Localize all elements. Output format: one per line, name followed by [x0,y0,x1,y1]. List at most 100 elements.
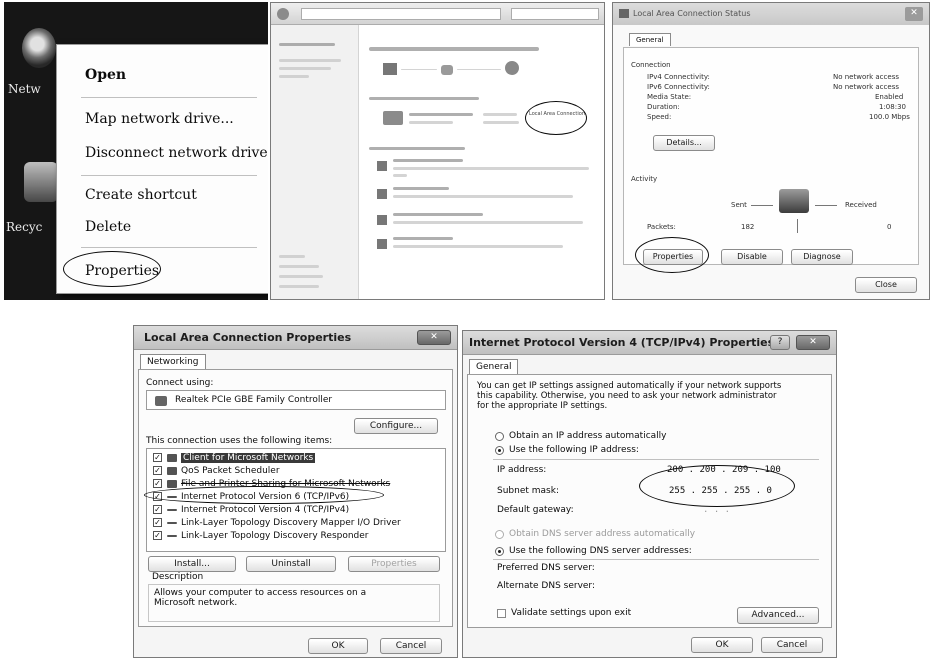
list-item-label: Internet Protocol Version 4 (TCP/IPv4) [181,505,350,515]
description-text: Allows your computer to access resources… [154,588,367,608]
menu-item-disconnect-network-drive[interactable]: Disconnect network drive... [85,145,268,161]
selected-item-text: Client for Microsoft Networks [181,453,316,463]
internet-globe-icon [505,61,519,75]
menu-item-map-network-drive[interactable]: Map network drive... [85,111,234,127]
tab-networking[interactable]: Networking [140,354,206,369]
static-ip-radio[interactable] [495,446,504,455]
ok-button[interactable]: OK [308,638,368,654]
network-client-icon [167,454,177,462]
status-row-value: No network access [833,73,899,81]
task-desc [393,174,407,177]
settings-icon [377,215,387,225]
close-icon[interactable]: ✕ [796,335,830,350]
list-item-label: Client for Microsoft Networks [181,453,316,463]
activity-section-label: Activity [631,175,658,183]
details-button[interactable]: Details... [653,135,715,151]
menu-item-create-shortcut[interactable]: Create shortcut [85,187,197,203]
see-also-link[interactable] [279,265,319,268]
status-row-value: Enabled [875,93,904,101]
task-title[interactable] [393,159,463,162]
preferred-dns-input[interactable] [659,563,799,575]
checkbox[interactable]: ✓ [153,479,162,488]
ok-button[interactable]: OK [691,637,753,653]
help-icon[interactable]: ? [770,335,790,350]
activity-divider [815,205,837,206]
items-list[interactable]: ✓ Client for Microsoft Networks ✓ QoS Pa… [146,448,446,552]
recycle-bin-label: Recyc [6,220,43,234]
alternate-dns-input[interactable] [659,581,799,593]
tab-general[interactable]: General [469,359,519,374]
task-title[interactable] [393,187,449,190]
checkbox[interactable]: ✓ [153,531,162,540]
connection-status-window: Local Area Connection Status ✕ General C… [612,2,930,300]
task-link[interactable] [279,59,341,62]
status-properties-button[interactable]: Properties [643,249,703,265]
task-link[interactable] [279,75,309,78]
network-sharing-center-panel: Local Area Connection [270,2,605,300]
menu-separator [81,247,257,248]
status-row-label: IPv4 Connectivity: [647,73,710,81]
menu-item-open[interactable]: Open [85,67,126,83]
subnet-mask-input[interactable]: 255 . 255 . 255 . 0 [669,486,772,496]
checkbox[interactable]: ✓ [153,466,162,475]
see-also-link[interactable] [279,255,305,258]
validate-label: Validate settings upon exit [511,608,632,618]
connect-using-label: Connect using: [146,378,214,388]
ip-address-input[interactable]: 200 . 200 . 209 . 100 [667,465,781,475]
task-title[interactable] [393,237,453,240]
task-link[interactable] [279,67,331,70]
diagnose-button[interactable]: Diagnose [791,249,853,265]
checkbox[interactable]: ✓ [153,453,162,462]
settings-icon [377,239,387,249]
intro-line-1: You can get IP settings assigned automat… [477,381,782,391]
auto-ip-radio[interactable] [495,432,504,441]
network-adapter-icon [155,396,167,406]
local-area-connection-link[interactable]: Local Area Connection [529,111,585,117]
menu-item-properties[interactable]: Properties [85,263,159,279]
cancel-button[interactable]: Cancel [380,638,442,654]
group-separator [493,459,819,460]
static-dns-label: Use the following DNS server addresses: [509,546,692,556]
checkbox[interactable]: ✓ [153,518,162,527]
status-row-label: Duration: [647,103,680,111]
status-close-button[interactable]: Close [855,277,917,293]
list-item-label: Link-Layer Topology Discovery Mapper I/O… [181,518,401,528]
install-button[interactable]: Install... [148,556,236,572]
tab-general[interactable]: General [629,33,671,46]
menu-item-delete[interactable]: Delete [85,219,131,235]
activity-divider [751,205,773,206]
packets-label: Packets: [647,223,676,231]
checkbox[interactable]: ✓ [153,492,162,501]
task-title[interactable] [393,213,483,216]
validate-checkbox[interactable] [497,609,506,618]
see-also-link[interactable] [279,275,323,278]
task-link[interactable] [279,43,335,46]
back-icon[interactable] [277,8,289,20]
configure-button[interactable]: Configure... [354,418,438,434]
disable-button[interactable]: Disable [721,249,783,265]
advanced-button[interactable]: Advanced... [737,607,819,624]
auto-dns-radio[interactable] [495,530,504,539]
network-desktop-icon[interactable] [22,28,56,68]
default-gateway-input[interactable]: . . . [703,505,730,515]
cancel-button[interactable]: Cancel [761,637,823,653]
scheduler-icon [167,467,177,475]
close-icon[interactable]: ✕ [905,7,923,21]
static-dns-radio[interactable] [495,547,504,556]
connections-label [483,121,519,124]
packets-received-value: 0 [887,223,892,231]
search-field[interactable] [511,8,599,20]
uninstall-button[interactable]: Uninstall [246,556,336,572]
auto-dns-label: Obtain DNS server address automatically [509,529,696,539]
close-icon[interactable]: ✕ [417,330,451,345]
ipv4-properties-window: Internet Protocol Version 4 (TCP/IPv4) P… [462,330,837,658]
connection-section-label: Connection [631,61,671,69]
see-also-link[interactable] [279,285,319,288]
checkbox[interactable]: ✓ [153,505,162,514]
adapter-field: Realtek PCIe GBE Family Controller [146,390,446,410]
intro-line-3: for the appropriate IP settings. [477,401,608,411]
task-desc [393,221,583,224]
settings-icon [377,189,387,199]
address-field[interactable] [301,8,501,20]
recycle-bin-icon[interactable] [24,162,58,202]
